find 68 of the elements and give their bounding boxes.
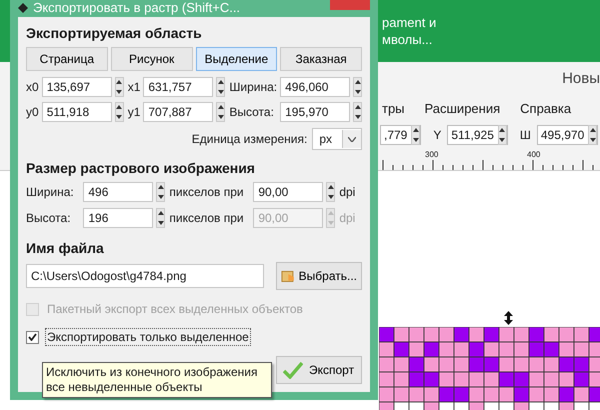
coordinate-field[interactable]: 495,970	[536, 125, 598, 145]
filename-field[interactable]: C:\Users\Odogost\g4784.png	[26, 264, 264, 288]
area-toggle[interactable]: Страница	[26, 47, 108, 71]
menu-item[interactable]: Расширения	[424, 100, 500, 116]
coordinate-field[interactable]: ,779	[380, 125, 422, 145]
spinner-arrows[interactable]	[326, 182, 336, 202]
check-icon	[28, 333, 37, 341]
spinner-arrows[interactable]	[353, 77, 362, 97]
number-field[interactable]: 135,697	[42, 77, 112, 97]
area-toggle[interactable]: Рисунок	[110, 47, 192, 71]
area-toggle[interactable]: Заказная	[280, 47, 362, 71]
area-toggle[interactable]: Выделение	[196, 47, 278, 71]
number-field[interactable]: 707,887	[143, 102, 214, 122]
spinner-arrows[interactable]	[156, 182, 166, 202]
checkbox-label: Пакетный экспорт всех выделенных объектов	[46, 301, 304, 318]
section-heading: Размер растрового изображения	[26, 160, 256, 176]
field-label: x0	[26, 80, 39, 94]
coordinate-field[interactable]: 511,925	[447, 125, 508, 145]
spinner-arrows[interactable]	[114, 102, 124, 122]
field-label: пикселов при	[169, 185, 245, 199]
unit-label: Единица измерения:	[192, 132, 308, 146]
ribbon-label: мволы...	[382, 31, 434, 48]
spinner-arrows[interactable]	[216, 102, 226, 122]
unit-label: dpi	[339, 185, 356, 199]
field-label: y1	[128, 105, 140, 119]
checkmark-icon	[283, 361, 303, 379]
field-label: пикселов при	[169, 211, 245, 225]
field-label: y0	[26, 105, 39, 119]
spinner-arrows[interactable]	[156, 208, 166, 228]
ribbon-label: рament и	[382, 14, 438, 31]
unit-dropdown[interactable]: px	[312, 128, 362, 150]
folder-icon	[281, 268, 296, 284]
field-label: Ширина:	[229, 80, 278, 94]
spinner-arrows[interactable]	[114, 77, 124, 97]
spinner-arrows[interactable]	[216, 77, 226, 97]
unit-label: dpi	[339, 211, 356, 225]
caret-icon	[348, 136, 356, 142]
field-label: Ширина:	[26, 185, 75, 199]
spinner-arrows[interactable]	[498, 125, 507, 145]
window-title: Экспортировать в растр (Shift+C...	[33, 0, 240, 15]
export-button[interactable]: Экспорт	[276, 356, 362, 384]
field-label: Высота:	[26, 211, 72, 225]
resize-arrow-icon[interactable]	[504, 311, 513, 325]
ruler-label: 400	[527, 150, 540, 159]
checkbox[interactable]	[26, 330, 39, 344]
coordinate-label: Y	[433, 128, 442, 142]
menu-item[interactable]: Справка	[520, 100, 572, 116]
number-field[interactable]: 496,060	[280, 77, 350, 97]
document-title: Новы	[562, 70, 600, 86]
field-label: x1	[128, 80, 140, 94]
number-field[interactable]: 195,970	[280, 102, 350, 122]
spinner-arrows[interactable]	[411, 125, 420, 145]
spinner-arrows[interactable]	[353, 102, 362, 122]
checkbox-label: Экспортировать только выделенное	[45, 328, 251, 346]
number-field[interactable]: 631,757	[143, 77, 214, 97]
spinner-arrows[interactable]	[588, 125, 598, 145]
dpi-field[interactable]: 90,00	[253, 182, 324, 202]
number-field[interactable]: 496	[83, 182, 154, 202]
coordinate-label: Ш	[520, 128, 531, 142]
browse-button[interactable]: Выбрать...	[276, 262, 362, 290]
ruler-label: 300	[425, 150, 438, 159]
section-heading: Экспортируемая область	[26, 25, 203, 41]
field-label: Высота:	[229, 105, 275, 119]
menu-item[interactable]: тры	[382, 100, 405, 116]
number-field[interactable]: 511,918	[42, 102, 112, 122]
app-icon	[18, 2, 28, 12]
section-heading: Имя файла	[26, 240, 105, 256]
tooltip: Исключить из конечного изображения все невыделенные объекты	[42, 362, 272, 398]
